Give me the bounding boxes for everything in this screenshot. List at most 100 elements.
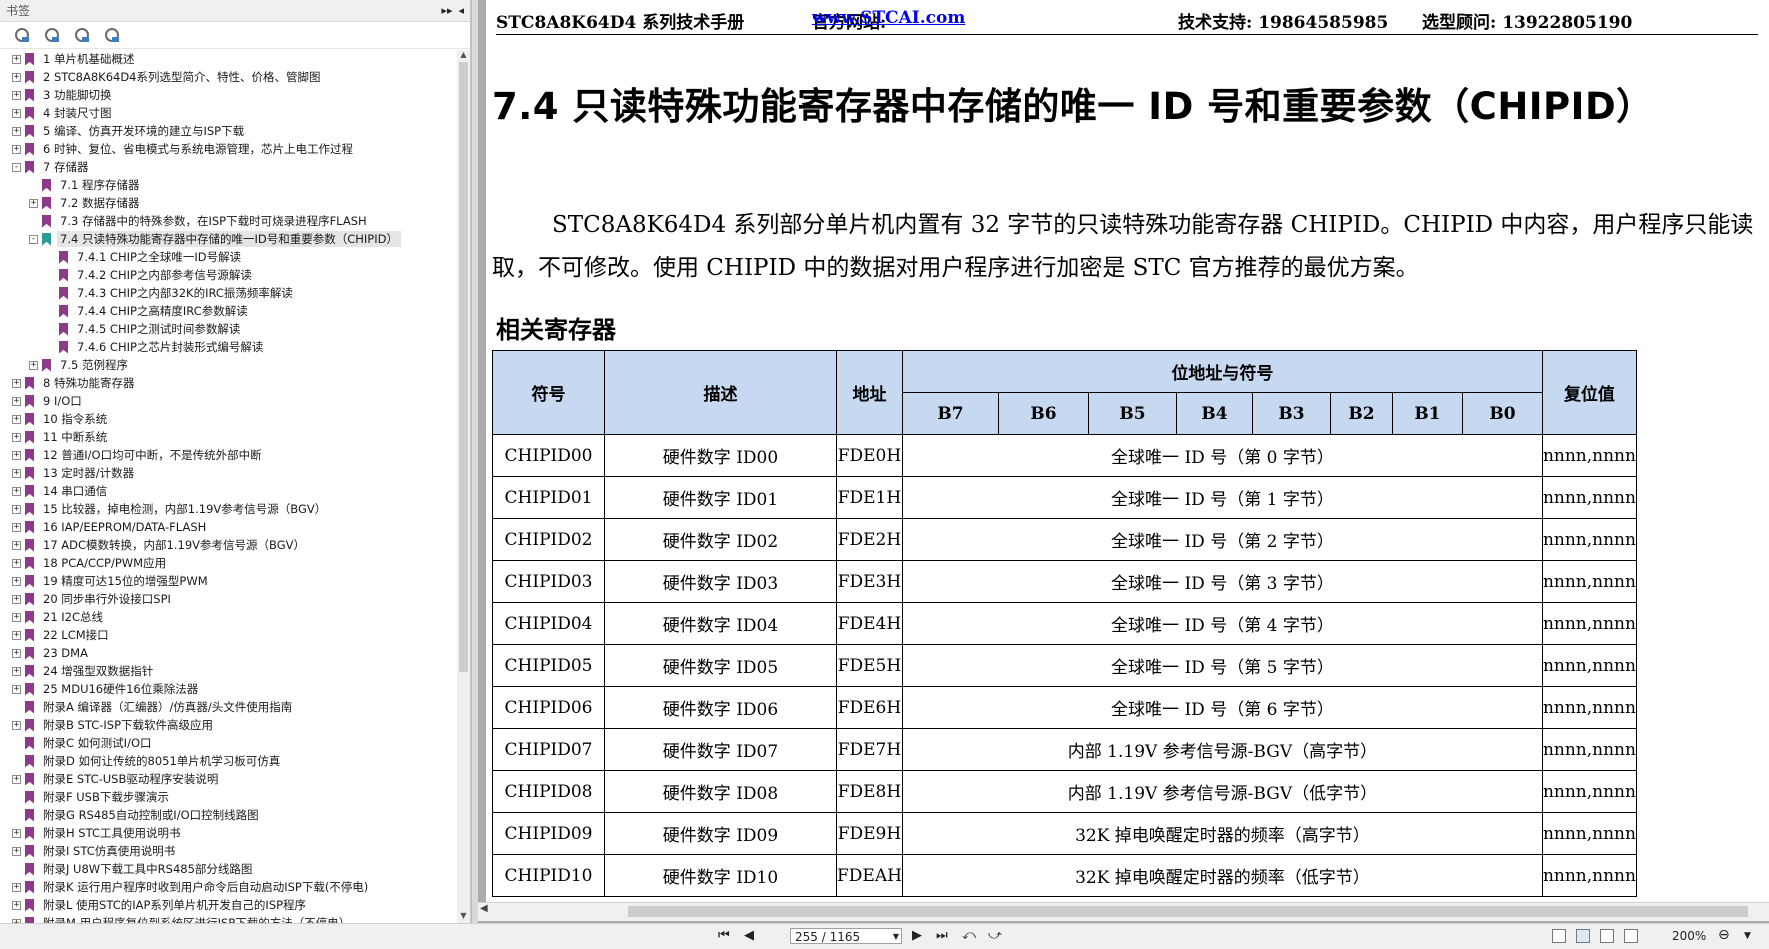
bookmark-item[interactable]: +4 封装尺寸图	[0, 104, 456, 122]
bookmark-item[interactable]: +24 增强型双数据指针	[0, 662, 456, 680]
expand-icon[interactable]: +	[12, 432, 21, 442]
prev-page-icon[interactable]: ◀	[744, 928, 754, 944]
bookmark-item[interactable]: + 附录K 运行用户程序时收到用户命令后自动启动ISP下载(不停电)	[0, 878, 456, 896]
expand-icon[interactable]: +	[12, 108, 21, 118]
page-number-input[interactable]: 255 / 1165 ▼	[790, 928, 902, 944]
continuous-facing-view-icon[interactable]	[1624, 929, 1638, 943]
bookmark-item[interactable]: +5 编译、仿真开发环境的建立与ISP下载	[0, 122, 456, 140]
collapse-icon[interactable]: -	[29, 234, 38, 244]
bookmark-add-icon[interactable]	[74, 27, 90, 43]
bookmark-item[interactable]: +20 同步串行外设接口SPI	[0, 590, 456, 608]
bookmark-item[interactable]: + 附录I STC仿真使用说明书	[0, 842, 456, 860]
panel-splitter[interactable]	[471, 0, 478, 923]
expand-icon[interactable]: +	[12, 684, 21, 694]
bookmarks-scroll-thumb[interactable]	[459, 62, 468, 672]
expand-icon[interactable]: +	[12, 378, 21, 388]
expand-icon[interactable]: +	[12, 774, 21, 784]
expand-icon[interactable]: +	[12, 72, 21, 82]
expand-icon[interactable]: +	[29, 360, 38, 370]
bookmark-item[interactable]: + 附录H STC工具使用说明书	[0, 824, 456, 842]
bookmark-item[interactable]: +22 LCM接口	[0, 626, 456, 644]
expand-icon[interactable]: +	[12, 882, 21, 892]
scroll-up-icon[interactable]: ▲	[457, 50, 470, 62]
bookmark-item[interactable]: 附录J U8W下载工具中RS485部分线路图	[0, 860, 456, 878]
bookmark-item[interactable]: 附录D 如何让传统的8051单片机学习板可仿真	[0, 752, 456, 770]
document-hscrollbar[interactable]: ◀	[478, 902, 1769, 921]
document-hscroll-thumb[interactable]	[628, 906, 1748, 917]
continuous-view-icon[interactable]	[1576, 929, 1590, 943]
expand-icon[interactable]: +	[12, 90, 21, 100]
bookmark-item[interactable]: 7.4.5 CHIP之测试时间参数解读	[0, 320, 456, 338]
expand-icon[interactable]: +	[12, 540, 21, 550]
panel-expand-icon[interactable]: ▸▸	[441, 4, 452, 17]
bookmark-item[interactable]: +21 I2C总线	[0, 608, 456, 626]
expand-icon[interactable]: +	[12, 612, 21, 622]
bookmark-item[interactable]: 附录G RS485自动控制或I/O口控制线路图	[0, 806, 456, 824]
bookmark-item[interactable]: +2 STC8A8K64D4系列选型简介、特性、价格、管脚图	[0, 68, 456, 86]
bookmark-options-icon[interactable]	[104, 27, 120, 43]
bookmark-item[interactable]: 7.4.1 CHIP之全球唯一ID号解读	[0, 248, 456, 266]
facing-view-icon[interactable]	[1600, 929, 1614, 943]
bookmark-item[interactable]: +25 MDU16硬件16位乘除法器	[0, 680, 456, 698]
expand-icon[interactable]: +	[12, 576, 21, 586]
bookmark-item[interactable]: - 7.4 只读特殊功能寄存器中存储的唯一ID号和重要参数（CHIPID）	[0, 230, 456, 248]
bookmark-item[interactable]: +7.2 数据存储器	[0, 194, 456, 212]
bookmark-item[interactable]: +7.5 范例程序	[0, 356, 456, 374]
expand-icon[interactable]: +	[12, 54, 21, 64]
zoom-level[interactable]: 200%	[1672, 929, 1706, 943]
expand-icon[interactable]: +	[12, 720, 21, 730]
bookmark-item[interactable]: +8 特殊功能寄存器	[0, 374, 456, 392]
bookmark-item[interactable]: +11 中断系统	[0, 428, 456, 446]
expand-icon[interactable]: +	[12, 558, 21, 568]
go-back-icon[interactable]: ⤺	[962, 928, 976, 944]
expand-icon[interactable]: +	[12, 666, 21, 676]
expand-icon[interactable]: +	[12, 630, 21, 640]
bookmark-item[interactable]: 附录C 如何测试I/O口	[0, 734, 456, 752]
expand-icon[interactable]: +	[12, 126, 21, 136]
expand-icon[interactable]: +	[12, 522, 21, 532]
bookmark-item[interactable]: 7.4.4 CHIP之高精度IRC参数解读	[0, 302, 456, 320]
bookmark-item[interactable]: + 附录E STC-USB驱动程序安装说明	[0, 770, 456, 788]
bookmark-item[interactable]: +3 功能脚切换	[0, 86, 456, 104]
bookmark-item[interactable]: +17 ADC模数转换，内部1.19V参考信号源（BGV）	[0, 536, 456, 554]
bookmark-item[interactable]: + 附录B STC-ISP下载软件高级应用	[0, 716, 456, 734]
expand-icon[interactable]: +	[12, 396, 21, 406]
scroll-down-icon[interactable]: ▼	[457, 911, 470, 923]
bookmark-item[interactable]: + 附录M 用户程序复位到系统区进行ISP下载的方法（不停电）	[0, 914, 456, 923]
expand-icon[interactable]: +	[12, 900, 21, 910]
expand-icon[interactable]: +	[29, 198, 38, 208]
first-page-icon[interactable]: ⏮	[718, 928, 730, 944]
bookmark-item[interactable]: 7.4.3 CHIP之内部32K的IRC振荡频率解读	[0, 284, 456, 302]
bookmark-item[interactable]: +1 单片机基础概述	[0, 50, 456, 68]
expand-icon[interactable]: +	[12, 828, 21, 838]
zoom-dropdown-icon[interactable]: ▼	[1744, 931, 1751, 941]
bookmark-item[interactable]: +13 定时器/计数器	[0, 464, 456, 482]
bookmark-item[interactable]: +6 时钟、复位、省电模式与系统电源管理，芯片上电工作过程	[0, 140, 456, 158]
bookmark-find-icon[interactable]	[14, 27, 30, 43]
bookmark-item[interactable]: +23 DMA	[0, 644, 456, 662]
bookmark-item[interactable]: 7.3 存储器中的特殊参数，在ISP下载时可烧录进程序FLASH	[0, 212, 456, 230]
expand-icon[interactable]: +	[12, 144, 21, 154]
bookmark-item[interactable]: - 7 存储器	[0, 158, 456, 176]
expand-icon[interactable]: +	[12, 468, 21, 478]
single-page-view-icon[interactable]	[1552, 929, 1566, 943]
website-link[interactable]: www.STCAI.com	[812, 8, 965, 28]
scroll-left-icon[interactable]: ◀	[480, 903, 488, 914]
zoom-out-icon[interactable]: ⊖	[1718, 927, 1730, 943]
bookmark-item[interactable]: 7.4.6 CHIP之芯片封装形式编号解读	[0, 338, 456, 356]
bookmark-item[interactable]: 附录F USB下载步骤演示	[0, 788, 456, 806]
bookmark-item[interactable]: 7.1 程序存储器	[0, 176, 456, 194]
bookmarks-scrollbar[interactable]: ▲ ▼	[457, 50, 470, 923]
bookmark-item[interactable]: +9 I/O口	[0, 392, 456, 410]
bookmark-item[interactable]: +16 IAP/EEPROM/DATA-FLASH	[0, 518, 456, 536]
bookmark-item[interactable]: +10 指令系统	[0, 410, 456, 428]
expand-icon[interactable]: +	[12, 846, 21, 856]
go-forward-icon[interactable]: ⤻	[988, 928, 1002, 944]
next-page-icon[interactable]: ▶	[912, 928, 922, 944]
bookmark-item[interactable]: +15 比较器，掉电检测，内部1.19V参考信号源（BGV）	[0, 500, 456, 518]
bookmark-item[interactable]: +18 PCA/CCP/PWM应用	[0, 554, 456, 572]
bookmark-item[interactable]: +14 串口通信	[0, 482, 456, 500]
bookmark-expand-icon[interactable]	[44, 27, 60, 43]
page-dropdown-icon[interactable]: ▼	[893, 929, 899, 945]
bookmark-item[interactable]: 附录A 编译器（汇编器）/仿真器/头文件使用指南	[0, 698, 456, 716]
